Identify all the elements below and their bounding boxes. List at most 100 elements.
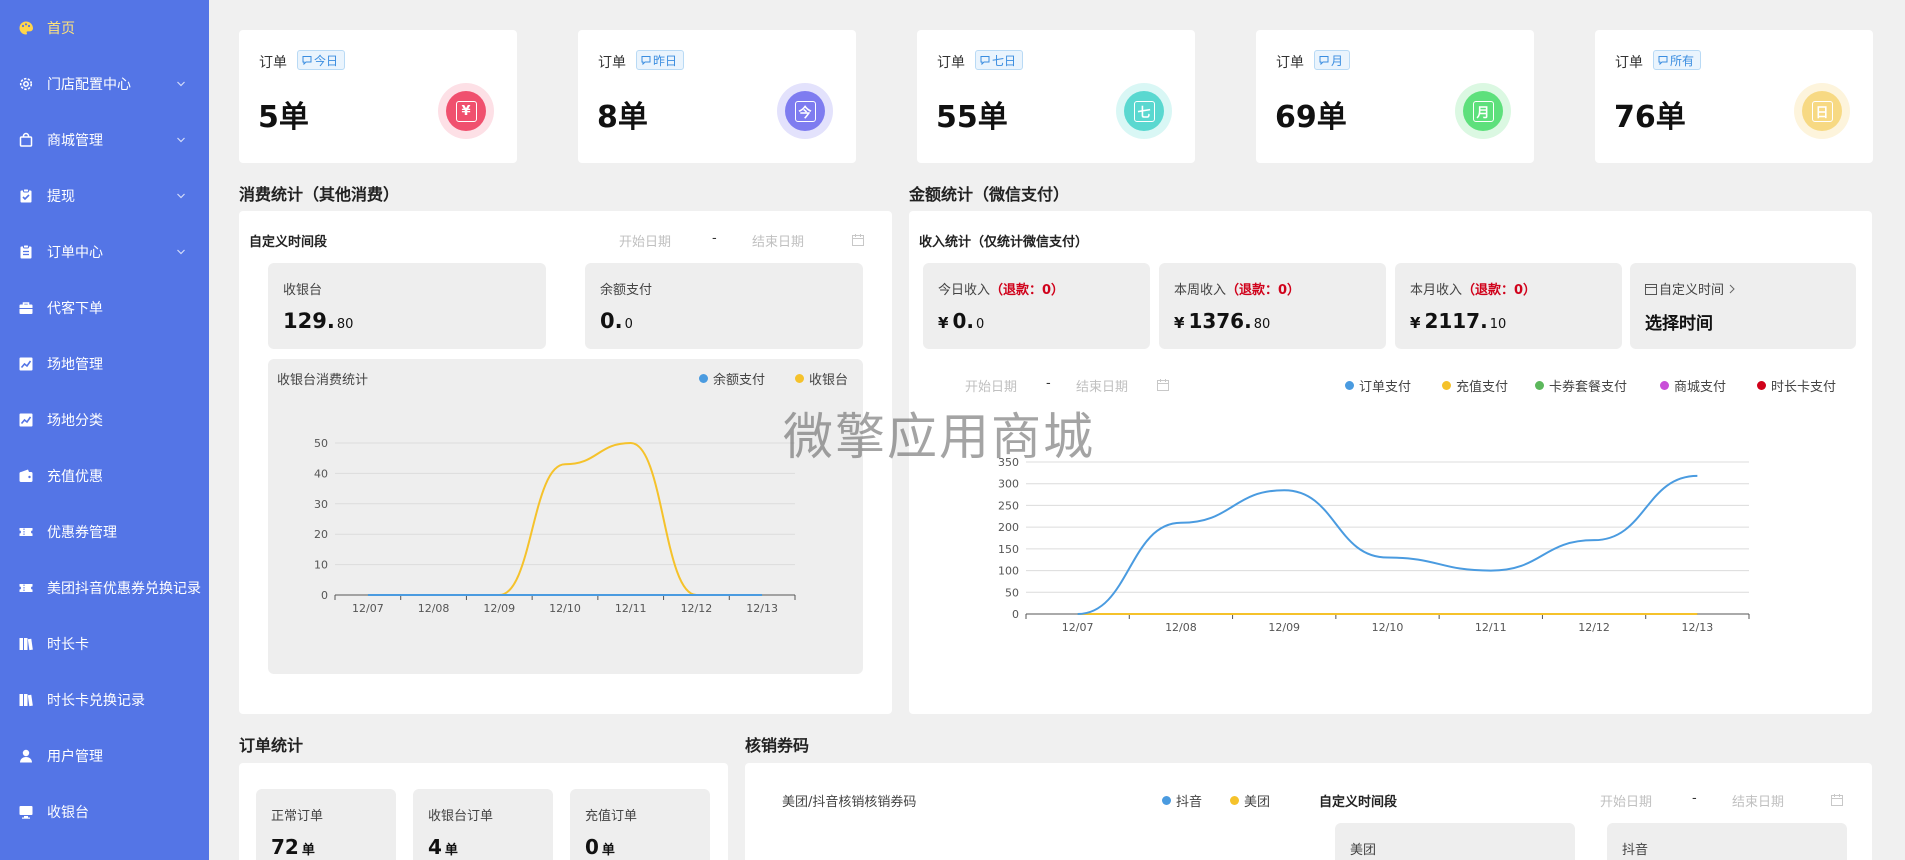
chevron-down-icon — [177, 193, 185, 199]
legend-dot — [1162, 796, 1171, 805]
chart-up-icon — [17, 411, 35, 429]
x-tick-label: 12/12 — [681, 602, 713, 615]
consume-start-date-input[interactable]: 开始日期 — [619, 231, 671, 250]
stat-badge: ¥ — [438, 83, 494, 139]
legend-meituan: 美团 — [1230, 791, 1270, 810]
order-stat-card: 订单 昨日 8单 今 — [578, 30, 856, 163]
order-count-box: 充值订单 0 单 — [570, 789, 710, 860]
douyin-label: 抖音 — [1622, 843, 1649, 858]
sidebar-item-label: 充值优惠 — [47, 469, 103, 485]
chevron-down-icon — [177, 249, 185, 255]
y-tick-label: 250 — [998, 499, 1019, 512]
stat-badge: 今 — [777, 83, 833, 139]
order-count-label: 充值订单 — [585, 809, 638, 824]
card-stack-icon — [17, 635, 35, 653]
x-tick-label: 12/07 — [352, 602, 384, 615]
period-tag: 月 — [1314, 50, 1351, 70]
verify-section-title: 核销券码 — [745, 736, 810, 755]
calendar-icon[interactable] — [1830, 793, 1844, 807]
sidebar-item[interactable]: 场地管理 — [0, 336, 209, 392]
gear-icon — [17, 75, 35, 93]
order-stat-card: 订单 今日 5单 ¥ — [239, 30, 517, 163]
sidebar: 首页 门店配置中心 商城管理提现订单中心代客下单场地管理场地分类充值优惠优惠券管理美… — [0, 0, 209, 860]
period-tag: 所有 — [1653, 50, 1702, 70]
douyin-box: 抖音 — [1607, 823, 1847, 860]
x-tick-label: 12/13 — [746, 602, 778, 615]
x-tick-label: 12/13 — [1682, 621, 1714, 634]
sidebar-item[interactable]: 收银台 — [0, 784, 209, 840]
sidebar-item-label: 场地分类 — [47, 413, 103, 429]
watermark-text: 微擎应用商城 — [783, 408, 1095, 466]
y-tick-label: 0 — [1012, 608, 1019, 621]
stat-value: 69单 — [1275, 100, 1347, 135]
verify-range-label: 自定义时间段 — [1319, 795, 1398, 810]
legend-dot — [1230, 796, 1239, 805]
calendar-icon[interactable] — [851, 233, 865, 247]
y-tick-label: 200 — [998, 521, 1019, 534]
cashier-consumption-chart: 0 10 20 30 40 50 12/07 12/08 12/09 12/10 12/11 12/1… — [314, 437, 796, 615]
orders-section-title: 订单统计 — [239, 736, 304, 755]
balance-total-box: 余额支付 0. 0 — [585, 263, 863, 349]
stat-value: 5单 — [258, 100, 309, 135]
stat-badge: 月 — [1455, 83, 1511, 139]
user-icon — [17, 747, 35, 765]
x-tick-label: 12/09 — [1268, 621, 1300, 634]
comment-icon — [302, 56, 312, 65]
series-line — [1077, 474, 1698, 615]
verify-start-date-input[interactable]: 开始日期 — [1600, 791, 1652, 810]
sidebar-item-label: 订单中心 — [47, 245, 103, 261]
cashier-label: 收银台 — [283, 283, 323, 298]
sidebar-item[interactable]: 门店配置中心 — [0, 56, 209, 112]
orders-panel: 正常订单 72 单 收银台订单 4 单 充值订单 0 单 — [239, 763, 728, 860]
order-count-box: 收银台订单 4 单 — [413, 789, 553, 860]
badge-glyph: 日 — [1811, 100, 1833, 122]
sidebar-item[interactable]: 优惠券管理 — [0, 504, 209, 560]
stat-value: 8单 — [597, 100, 648, 135]
series-line — [367, 441, 763, 596]
date-range-separator: - — [1692, 791, 1697, 806]
sidebar-item[interactable]: 充值优惠 — [0, 448, 209, 504]
verify-end-date-input[interactable]: 结束日期 — [1732, 791, 1784, 810]
sidebar-item[interactable]: 商城管理 — [0, 112, 209, 168]
sidebar-item[interactable]: 用户管理 — [0, 728, 209, 784]
sidebar-item[interactable]: 场地分类 — [0, 392, 209, 448]
sidebar-item[interactable]: 时长卡兑换记录 — [0, 672, 209, 728]
x-tick-label: 12/10 — [1372, 621, 1404, 634]
stat-badge: 七 — [1116, 83, 1172, 139]
verify-panel: 美团/抖音核销核销券码 抖音 美团 自定义时间段 开始日期 - 结束日期 美团 … — [745, 763, 1872, 860]
x-tick-label: 12/11 — [615, 602, 647, 615]
sidebar-item-label: 提现 — [47, 189, 75, 205]
y-tick-label: 0 — [321, 589, 328, 602]
chart-up-icon — [17, 355, 35, 373]
y-tick-label: 100 — [998, 565, 1019, 578]
sidebar-item-label: 用户管理 — [47, 749, 103, 765]
y-tick-label: 40 — [314, 467, 328, 480]
amount-section-title: 金额统计（微信支付） — [909, 185, 1070, 204]
sidebar-item-label: 收银台 — [47, 805, 89, 821]
order-stat-card: 订单 七日 55单 七 — [917, 30, 1195, 163]
sidebar-item[interactable]: 首页 — [0, 0, 209, 56]
sidebar-item[interactable]: 美团抖音优惠券兑换记录 — [0, 560, 209, 616]
balance-value: 0. 0 — [600, 309, 633, 333]
sidebar-item[interactable]: 订单中心 — [0, 224, 209, 280]
sidebar-item-label: 美团抖音优惠券兑换记录 — [47, 581, 201, 597]
stat-title: 订单 — [598, 55, 626, 71]
monitor-icon — [17, 803, 35, 821]
sidebar-item-label: 场地管理 — [47, 357, 103, 373]
y-tick-label: 30 — [314, 498, 328, 511]
sidebar-item[interactable]: 代客下单 — [0, 280, 209, 336]
meituan-label: 美团 — [1350, 843, 1377, 858]
cashier-total-box: 收银台 129. 80 — [268, 263, 546, 349]
badge-glyph: 月 — [1472, 100, 1494, 122]
comment-icon — [980, 56, 990, 65]
sidebar-item-label: 时长卡兑换记录 — [47, 693, 145, 709]
sidebar-item[interactable]: 时长卡 — [0, 616, 209, 672]
clipboard-list-icon — [17, 243, 35, 261]
period-tag: 昨日 — [636, 50, 685, 70]
stat-title: 订单 — [259, 55, 287, 71]
consume-end-date-input[interactable]: 结束日期 — [752, 231, 804, 250]
y-tick-label: 50 — [1005, 586, 1019, 599]
period-tag: 今日 — [297, 50, 346, 70]
sidebar-item[interactable]: 提现 — [0, 168, 209, 224]
comment-icon — [641, 56, 651, 65]
